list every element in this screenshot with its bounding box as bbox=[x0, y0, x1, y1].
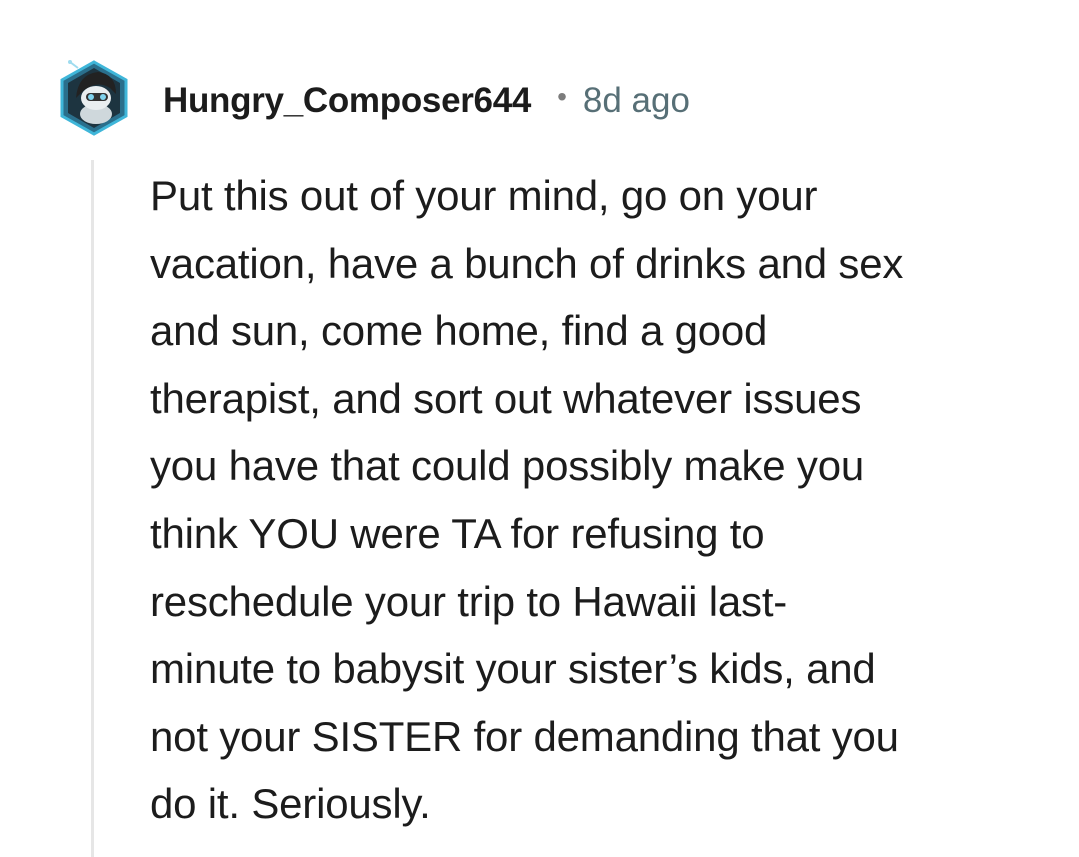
comment-card: Hungry_Composer644 • 8d ago Put this out… bbox=[0, 0, 1079, 857]
snoo-avatar-icon bbox=[60, 60, 128, 136]
comment-body: Put this out of your mind, go on your va… bbox=[150, 172, 904, 828]
user-avatar[interactable] bbox=[58, 58, 130, 138]
thread-collapse-line[interactable] bbox=[91, 160, 94, 857]
meta-separator: • bbox=[557, 81, 567, 112]
comment-header: Hungry_Composer644 • 8d ago bbox=[163, 78, 690, 124]
username-link[interactable]: Hungry_Composer644 bbox=[163, 81, 531, 121]
timestamp[interactable]: 8d ago bbox=[583, 81, 690, 121]
